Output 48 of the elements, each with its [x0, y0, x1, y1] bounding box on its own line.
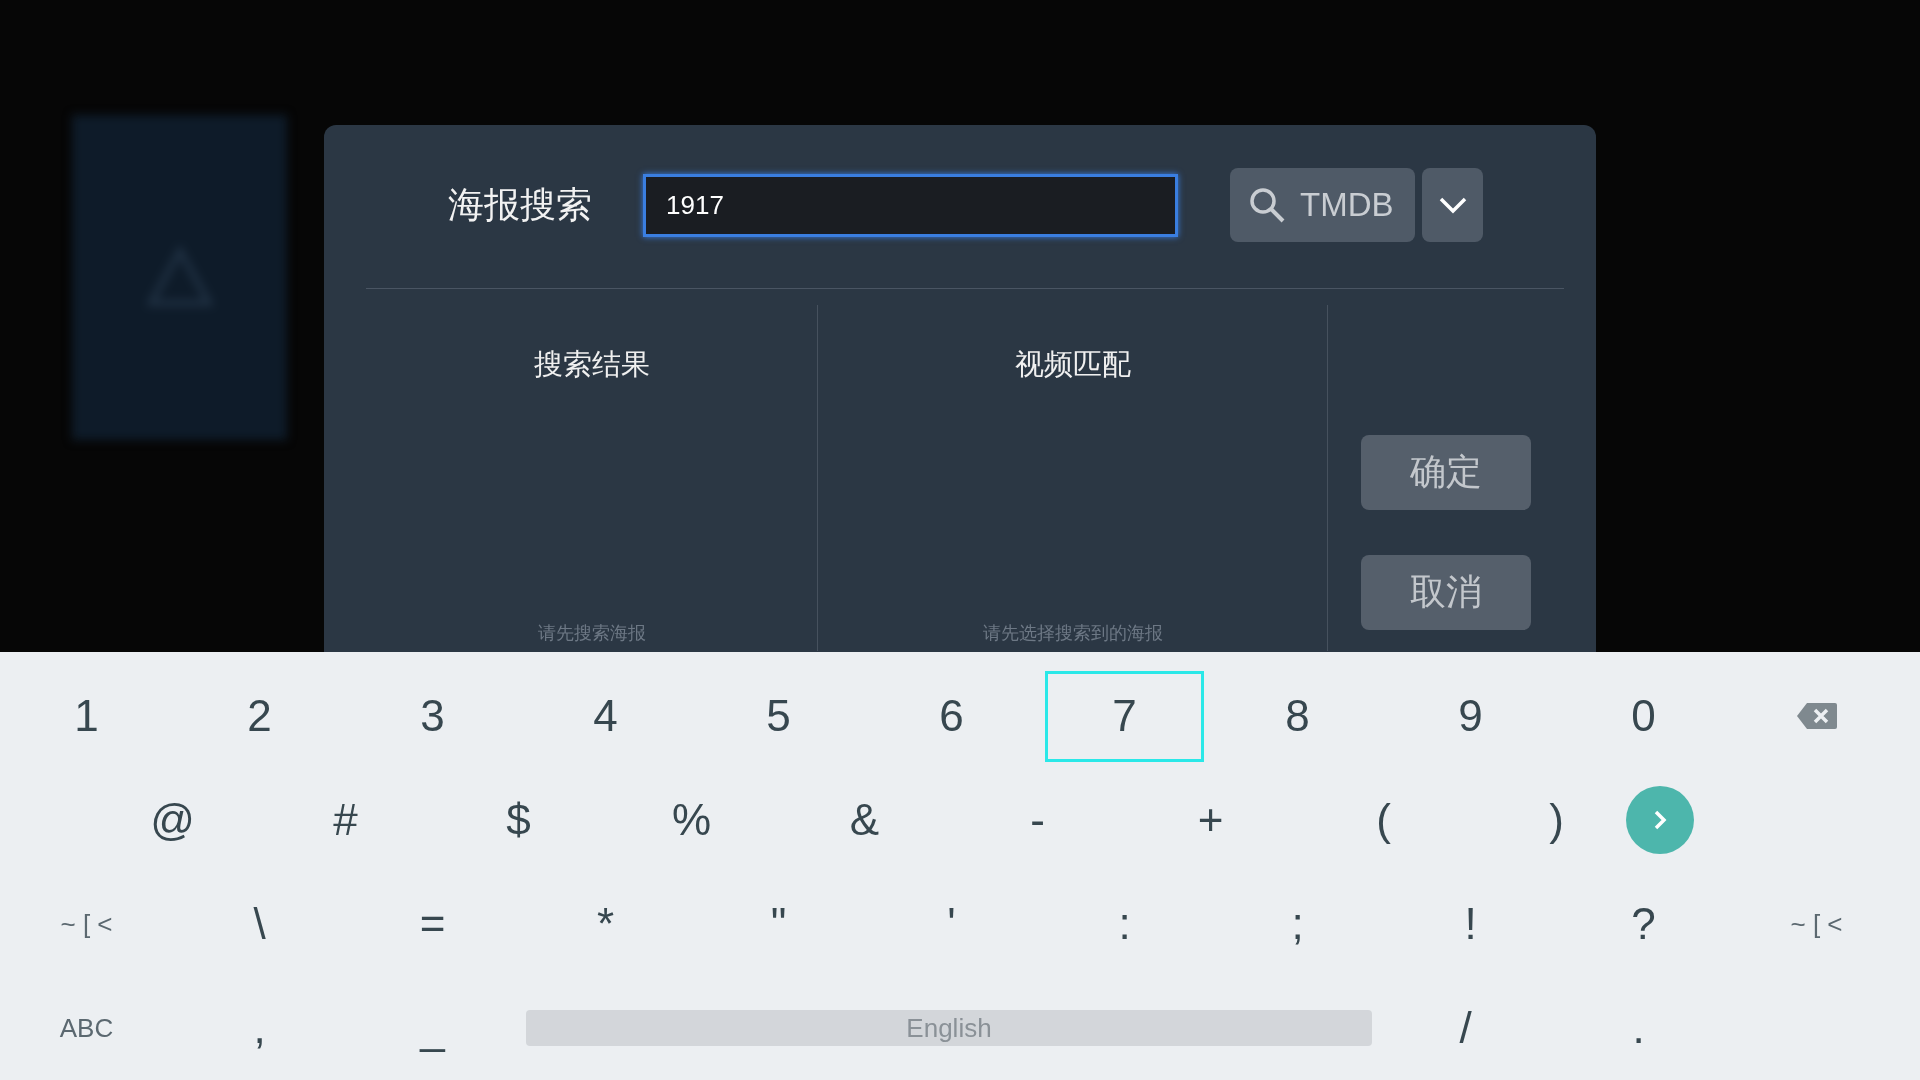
chevron-down-icon — [1437, 195, 1468, 215]
keyboard-key[interactable]: _ — [353, 982, 512, 1074]
keyboard-key[interactable]: @ — [93, 774, 252, 866]
keyboard-key[interactable]: ; — [1218, 878, 1377, 970]
keyboard-key[interactable]: & — [785, 774, 944, 866]
keyboard-key[interactable]: . — [1559, 982, 1718, 1074]
keyboard-key[interactable]: # — [266, 774, 425, 866]
keyboard-key[interactable]: 1 — [7, 670, 166, 762]
backspace-icon — [1796, 703, 1837, 729]
search-field[interactable]: 1917 — [643, 173, 1178, 237]
keyboard-key[interactable]: ! — [1391, 878, 1550, 970]
keyboard-key[interactable]: * — [526, 878, 685, 970]
keyboard-key[interactable]: 3 — [353, 670, 512, 762]
keyboard-key[interactable]: 6 — [872, 670, 1031, 762]
keyboard-key[interactable]: " — [699, 878, 858, 970]
search-source-button[interactable]: TMDB — [1230, 168, 1415, 242]
keyboard-key[interactable]: \ — [180, 878, 339, 970]
column-heading: 搜索结果 — [533, 347, 650, 382]
keyboard-key[interactable]: 9 — [1391, 670, 1550, 762]
keyboard-key[interactable]: ( — [1304, 774, 1463, 866]
keyboard-key[interactable]: 0 — [1564, 670, 1723, 762]
keyboard-key[interactable]: % — [612, 774, 771, 866]
keyboard-key[interactable]: - — [958, 774, 1117, 866]
dropdown-button[interactable] — [1422, 168, 1483, 242]
chevron-right-icon — [1625, 786, 1694, 854]
mode-key[interactable]: ~ [ < — [1737, 878, 1896, 970]
search-icon — [1248, 186, 1286, 224]
dialog-button[interactable]: 确定 — [1361, 435, 1531, 510]
keyboard-key[interactable]: 5 — [699, 670, 858, 762]
column-heading: 视频匹配 — [1014, 347, 1131, 382]
dialog-button[interactable]: 取消 — [1361, 555, 1531, 630]
keyboard-key[interactable]: ? — [1564, 878, 1723, 970]
keyboard-key[interactable]: = — [353, 878, 512, 970]
keyboard-key[interactable]: 4 — [526, 670, 685, 762]
keyboard-key[interactable]: + — [1131, 774, 1290, 866]
keyboard-key[interactable]: : — [1045, 878, 1204, 970]
keyboard-key[interactable]: / — [1386, 982, 1545, 1074]
keyboard-key[interactable]: , — [180, 982, 339, 1074]
empty-hint: 请先选择搜索到的海报 — [982, 622, 1163, 645]
keyboard-key[interactable]: ' — [872, 878, 1031, 970]
keyboard-key[interactable]: $ — [439, 774, 598, 866]
keyboard-key[interactable]: 2 — [180, 670, 339, 762]
mode-key[interactable]: ~ [ < — [7, 878, 166, 970]
mode-key[interactable]: ABC — [7, 982, 166, 1074]
keyboard-key[interactable]: 7 — [1045, 670, 1204, 762]
keyboard-key[interactable]: 8 — [1218, 670, 1377, 762]
empty-hint: 请先搜索海报 — [537, 622, 646, 645]
dialog-title: 海报搜索 — [448, 182, 593, 227]
